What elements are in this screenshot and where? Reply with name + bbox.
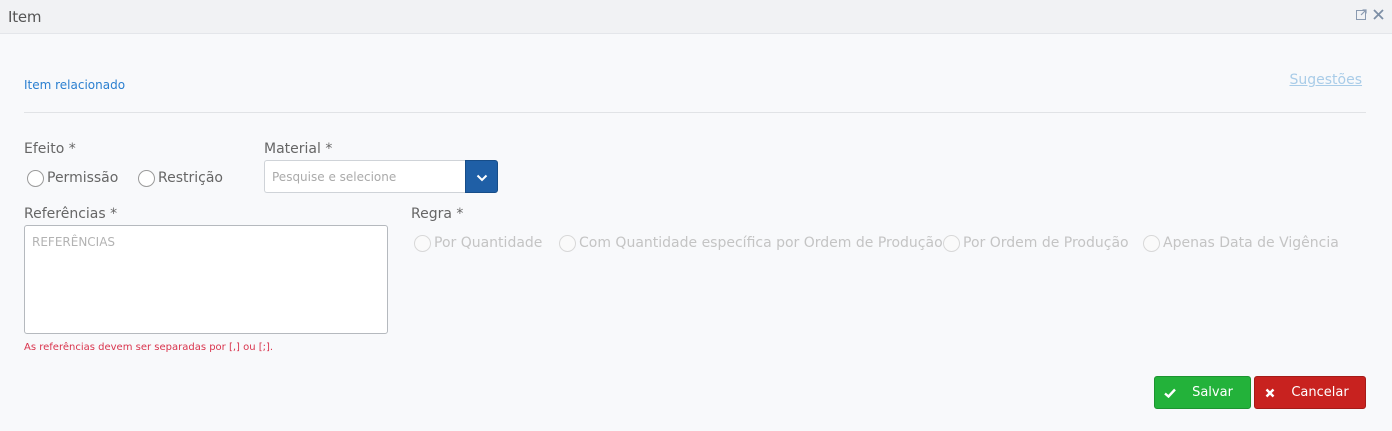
radio-restricao-label: Restrição — [158, 169, 223, 186]
referencias-hint: As referências devem ser separadas por [… — [24, 342, 274, 353]
radio-circle[interactable] — [27, 170, 44, 187]
radio-permissao[interactable]: Permissão — [27, 168, 118, 187]
suggestions-link[interactable]: Sugestões — [1289, 72, 1362, 88]
window-title: Item — [8, 8, 42, 26]
radio-circle[interactable] — [1143, 235, 1160, 252]
chevron-down-icon — [476, 167, 488, 186]
save-button[interactable]: Salvar — [1154, 376, 1251, 409]
radio-por-quantidade[interactable]: Por Quantidade — [414, 233, 542, 252]
close-icon[interactable] — [1373, 9, 1384, 20]
material-dropdown-button[interactable] — [465, 160, 498, 193]
cancel-button-label: Cancelar — [1291, 385, 1349, 400]
cancel-button[interactable]: Cancelar — [1254, 376, 1366, 409]
material-label: Material * — [264, 141, 333, 157]
referencias-textarea[interactable]: REFERÊNCIAS — [24, 225, 388, 334]
radio-circle[interactable] — [943, 235, 960, 252]
check-icon — [1155, 388, 1185, 398]
regra-label: Regra * — [411, 206, 464, 222]
radio-permissao-label: Permissão — [47, 169, 119, 186]
radio-com-quantidade-especifica[interactable]: Com Quantidade específica por Ordem de P… — [559, 233, 943, 252]
material-search-input[interactable]: Pesquise e selecione — [264, 160, 466, 193]
referencias-label: Referências * — [24, 206, 118, 222]
close-icon — [1255, 388, 1285, 398]
section-divider — [24, 112, 1366, 113]
radio-por-ordem-label: Por Ordem de Produção — [963, 234, 1129, 251]
popout-icon[interactable] — [1356, 9, 1367, 20]
radio-circle[interactable] — [414, 235, 431, 252]
material-select[interactable]: Pesquise e selecione — [264, 160, 498, 193]
radio-com-quantidade-label: Com Quantidade específica por Ordem de P… — [579, 234, 943, 251]
radio-restricao[interactable]: Restrição — [138, 168, 223, 187]
radio-circle[interactable] — [138, 170, 155, 187]
radio-apenas-data-vigencia[interactable]: Apenas Data de Vigência — [1143, 233, 1339, 252]
save-button-label: Salvar — [1192, 385, 1233, 400]
radio-por-quantidade-label: Por Quantidade — [434, 234, 543, 251]
efeito-label: Efeito * — [24, 141, 76, 157]
radio-circle[interactable] — [559, 235, 576, 252]
window-controls — [1356, 9, 1384, 20]
window-titlebar: Item — [0, 0, 1392, 34]
section-title: Item relacionado — [24, 78, 126, 92]
radio-por-ordem-producao[interactable]: Por Ordem de Produção — [943, 233, 1129, 252]
radio-apenas-data-label: Apenas Data de Vigência — [1163, 234, 1339, 251]
